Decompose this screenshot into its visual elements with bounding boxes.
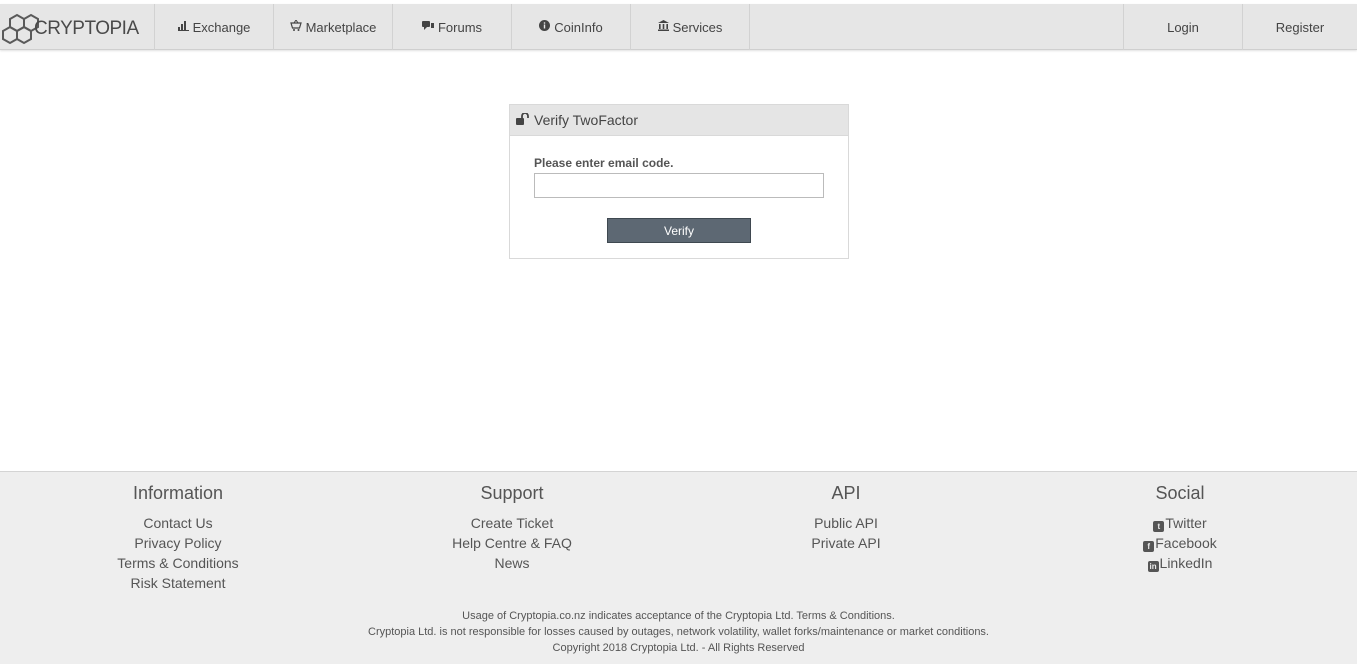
email-code-label: Please enter email code. [534,156,674,170]
nav-marketplace-label: Marketplace [305,19,377,35]
comments-icon [421,20,434,34]
verify-button[interactable]: Verify [607,218,751,243]
footer-link-privacy-policy[interactable]: Privacy Policy [48,533,308,553]
linkedin-label: LinkedIn [1159,555,1213,571]
verify-twofactor-panel: Verify TwoFactor Please enter email code… [509,104,849,259]
footer-api: API Public API Private API [716,482,976,553]
footer-link-news[interactable]: News [382,553,642,573]
footer-support-title: Support [480,483,544,503]
footer-link-help-centre[interactable]: Help Centre & FAQ [382,533,642,553]
nav-coininfo-label: CoinInfo [554,19,603,35]
nav-services[interactable]: Services [631,4,750,50]
footer-link-private-api[interactable]: Private API [716,533,976,553]
brand-logo[interactable]: CRYPTOPIA [0,4,155,50]
footer-link-facebook[interactable]: f Facebook [1050,533,1310,553]
legal-line-responsibility: Cryptopia Ltd. is not responsible for lo… [368,626,989,638]
login-link[interactable]: Login [1123,4,1242,50]
facebook-label: Facebook [1155,535,1217,551]
footer-link-twitter[interactable]: t Twitter [1050,513,1310,533]
legal-line-copyright: Copyright 2018 Cryptopia Ltd. - All Righ… [552,642,805,654]
twitter-label: Twitter [1165,515,1207,531]
panel-heading: Verify TwoFactor [510,105,848,136]
footer-link-risk-statement[interactable]: Risk Statement [48,573,308,593]
footer-support: Support Create Ticket Help Centre & FAQ … [382,482,642,573]
footer-link-terms[interactable]: Terms & Conditions [48,553,308,573]
footer-link-public-api[interactable]: Public API [716,513,976,533]
footer-api-title: API [831,483,861,503]
footer-link-contact-us[interactable]: Contact Us [48,513,308,533]
nav-forums-label: Forums [437,19,483,35]
register-label: Register [1275,19,1325,35]
navbar: CRYPTOPIA Exchange Marketplace Forums Co… [0,4,1357,50]
login-label: Login [1167,19,1199,35]
footer-information: Information Contact Us Privacy Policy Te… [48,482,308,593]
nav-coininfo[interactable]: CoinInfo [512,4,631,50]
legal-line-usage: Usage of Cryptopia.co.nz indicates accep… [462,610,895,622]
panel-title: Verify TwoFactor [534,112,639,128]
info-circle-icon [539,20,551,34]
nav-exchange[interactable]: Exchange [155,4,274,50]
bar-chart-icon [177,20,189,34]
footer-legal: Usage of Cryptopia.co.nz indicates accep… [0,608,1357,656]
nav-exchange-label: Exchange [192,19,251,35]
footer-information-title: Information [132,483,224,503]
basket-icon [289,19,302,34]
footer-link-linkedin[interactable]: in LinkedIn [1050,553,1310,573]
linkedin-icon: in [1147,561,1159,572]
bank-icon [657,20,669,34]
twitter-icon: t [1153,521,1165,532]
nav-services-label: Services [672,19,723,35]
email-code-input[interactable] [534,173,824,198]
svg-text:CRYPTOPIA: CRYPTOPIA [34,18,139,39]
nav-marketplace[interactable]: Marketplace [274,4,393,50]
footer-social: Social t Twitter f Facebook in LinkedIn [1050,482,1310,573]
footer: Information Contact Us Privacy Policy Te… [0,471,1357,664]
cryptopia-logo-icon: CRYPTOPIA [2,13,140,45]
footer-social-title: Social [1155,483,1205,503]
footer-link-create-ticket[interactable]: Create Ticket [382,513,642,533]
register-link[interactable]: Register [1242,4,1357,50]
unlock-icon [516,112,529,128]
facebook-icon: f [1143,541,1155,552]
nav-forums[interactable]: Forums [393,4,512,50]
